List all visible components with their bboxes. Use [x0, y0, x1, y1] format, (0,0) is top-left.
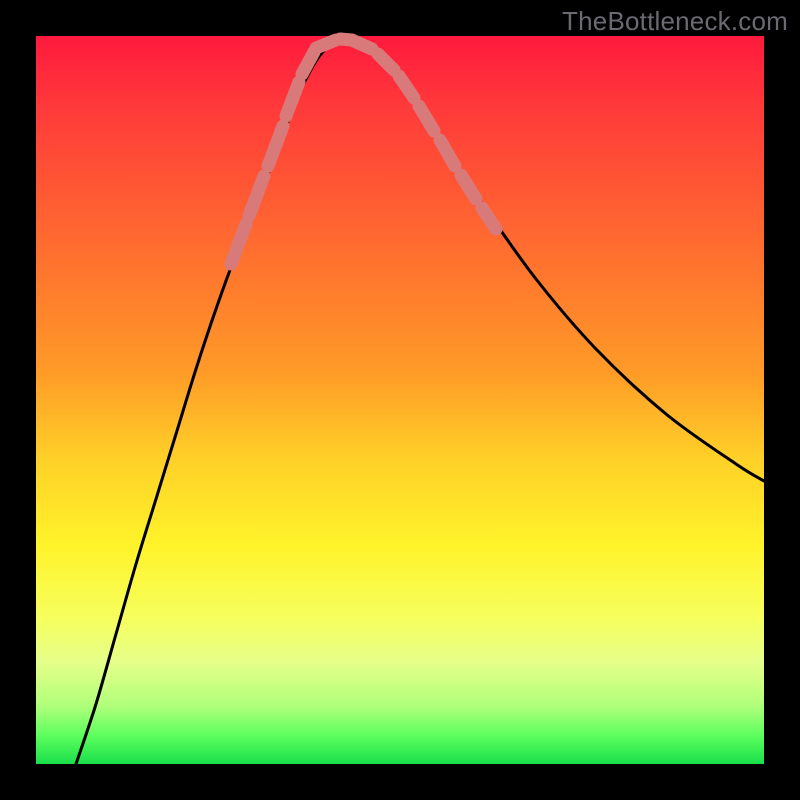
dash-segment: [249, 176, 264, 216]
watermark-label: TheBottleneck.com: [562, 6, 788, 37]
chart-frame: TheBottleneck.com: [0, 0, 800, 800]
dash-overlay-right: [354, 41, 496, 229]
dash-segment: [340, 39, 352, 40]
dash-segment: [231, 224, 246, 264]
dash-segment: [268, 126, 283, 166]
dash-segment: [461, 175, 476, 199]
dash-segment: [316, 40, 336, 48]
dash-segment: [399, 76, 414, 98]
dash-segment: [378, 54, 394, 70]
dash-segment: [286, 82, 299, 116]
bottleneck-curve-svg: [36, 36, 764, 764]
curve-group: [76, 39, 764, 764]
dash-segment: [419, 106, 434, 131]
dash-segment: [482, 208, 496, 229]
bottleneck-curve: [76, 39, 764, 764]
dash-segment: [440, 140, 455, 166]
plot-area: [36, 36, 764, 764]
dash-overlay-bottom: [316, 39, 352, 48]
dash-overlay-left: [231, 52, 314, 264]
dash-segment: [302, 52, 314, 74]
